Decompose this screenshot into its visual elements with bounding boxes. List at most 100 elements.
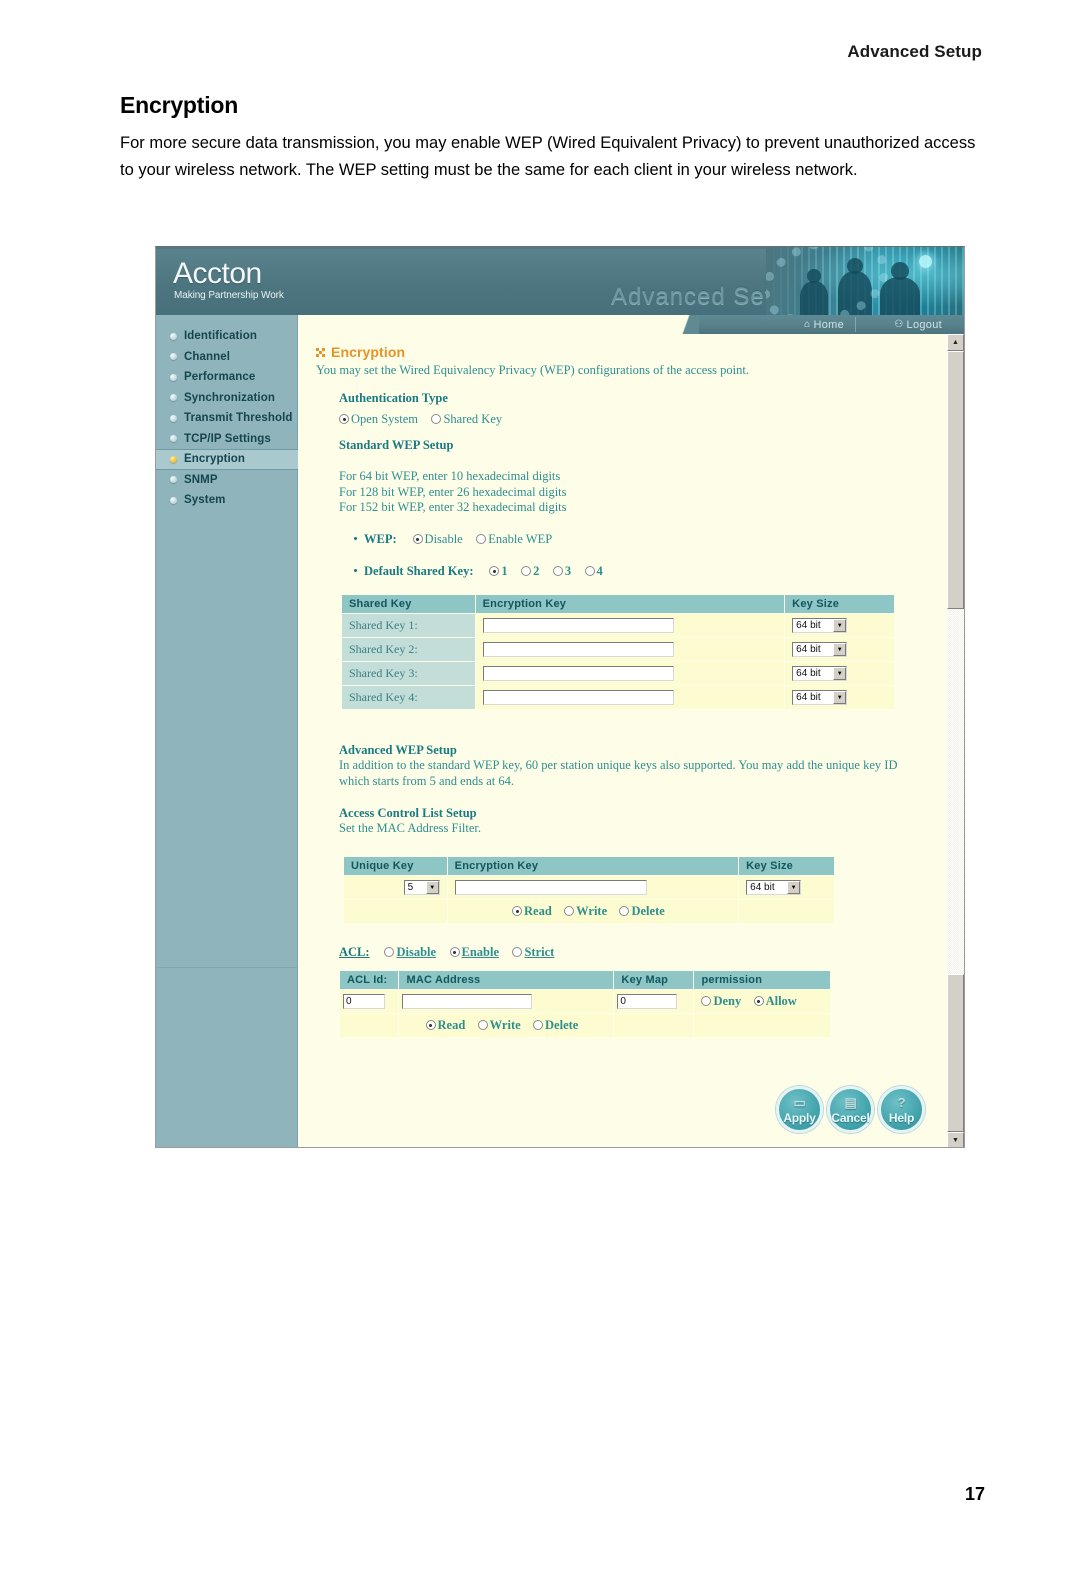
- sidebar-item-tcpip-settings[interactable]: TCP/IP Settings: [156, 429, 298, 450]
- standard-wep-heading: Standard WEP Setup: [339, 438, 454, 452]
- sidebar-item-identification[interactable]: Identification: [156, 326, 298, 347]
- shared-key-3-input[interactable]: [482, 666, 674, 682]
- bullet-icon: [170, 496, 177, 504]
- shared-key-1-input[interactable]: [482, 618, 674, 634]
- unique-write-label: Write: [576, 904, 608, 918]
- sidebar-item-encryption[interactable]: Encryption: [156, 449, 298, 470]
- radio-unique-write[interactable]: [564, 906, 575, 916]
- vertical-scrollbar[interactable]: ▲ ▼: [947, 334, 964, 1147]
- sidebar-item-synchronization[interactable]: Synchronization: [156, 388, 298, 409]
- house-icon: ⌂: [804, 319, 811, 330]
- select-value: 64 bit: [796, 692, 821, 704]
- radio-default-key-4[interactable]: [584, 566, 595, 576]
- radio-shared-key[interactable]: [431, 414, 442, 424]
- chevron-down-icon: ▼: [833, 691, 847, 705]
- banner-artwork-icon: [766, 247, 964, 315]
- radio-permission-allow[interactable]: [753, 996, 764, 1006]
- radio-open-system[interactable]: [339, 414, 349, 424]
- key-map-input[interactable]: 0: [617, 994, 678, 1010]
- sidebar-item-performance[interactable]: Performance: [156, 367, 298, 388]
- radio-acl-disable[interactable]: [384, 947, 395, 957]
- sidebar-item-label: Encryption: [184, 453, 246, 466]
- shared-key-3-size-select[interactable]: 64 bit ▼: [792, 666, 848, 682]
- acl-label: ACL:: [339, 945, 370, 959]
- mac-address-input[interactable]: [402, 994, 533, 1010]
- scroll-down-button[interactable]: ▼: [947, 1132, 964, 1147]
- shared-key-1-label: Shared Key 1:: [341, 613, 476, 638]
- scrollbar-thumb-lower[interactable]: [947, 974, 964, 1132]
- unique-key-size-select[interactable]: 64 bit ▼: [746, 880, 802, 896]
- sidebar-item-snmp[interactable]: SNMP: [156, 470, 298, 491]
- sidebar-item-label: Channel: [184, 350, 231, 363]
- table-header-row: ACL Id: MAC Address Key Map permission: [338, 970, 831, 990]
- col-acl-id: ACL Id:: [338, 970, 400, 990]
- sidebar: Identification Channel Performance Synch…: [156, 315, 298, 1147]
- acl-setup-text: Set the MAC Address Filter.: [339, 821, 482, 835]
- cancel-button[interactable]: ▤ Cancel: [827, 1086, 874, 1133]
- radio-default-key-1[interactable]: [489, 566, 500, 576]
- radio-default-key-2[interactable]: [521, 566, 532, 576]
- radio-permission-deny[interactable]: [701, 996, 712, 1006]
- scroll-up-button[interactable]: ▲: [947, 334, 964, 351]
- radio-acl-read[interactable]: [425, 1020, 436, 1030]
- col-key-size: Key Size: [784, 594, 895, 614]
- trash-icon: ▤: [844, 1095, 857, 1110]
- default-key-list-marker: [354, 564, 364, 578]
- shared-key-2-label: Shared Key 2:: [341, 637, 476, 662]
- radio-default-key-3[interactable]: [552, 566, 563, 576]
- logout-link[interactable]: ⚇ Logout: [894, 317, 942, 332]
- radio-wep-enable[interactable]: [476, 534, 487, 544]
- acl-actions-cell: Read Write Delete: [398, 1013, 615, 1038]
- col-mac-address: MAC Address: [398, 970, 615, 990]
- shared-key-1-size-select[interactable]: 64 bit ▼: [792, 618, 848, 634]
- col-permission: permission: [693, 970, 831, 990]
- help-label: Help: [888, 1111, 915, 1125]
- auth-type-heading: Authentication Type: [339, 391, 448, 405]
- scrollbar-thumb[interactable]: [947, 351, 964, 609]
- radio-acl-delete[interactable]: [533, 1020, 544, 1030]
- radio-unique-delete[interactable]: [619, 906, 630, 916]
- auth-shared-key-label: Shared Key: [443, 412, 503, 426]
- apply-label: Apply: [783, 1111, 816, 1125]
- bullet-icon: [170, 353, 177, 361]
- sidebar-item-transmit-threshold[interactable]: Transmit Threshold: [156, 408, 298, 429]
- radio-unique-read[interactable]: [512, 906, 522, 916]
- bullet-icon: [170, 455, 177, 463]
- shared-key-4-size-select[interactable]: 64 bit ▼: [792, 690, 848, 706]
- sidebar-item-label: Transmit Threshold: [184, 412, 293, 425]
- acl-id-input[interactable]: 0: [343, 994, 385, 1010]
- table-row: 0 0 Deny Allow: [338, 989, 831, 1014]
- table-row: Read Write Delete: [338, 1013, 831, 1038]
- radio-acl-write[interactable]: [477, 1020, 488, 1030]
- shared-key-4-input[interactable]: [482, 690, 674, 706]
- sidebar-item-channel[interactable]: Channel: [156, 347, 298, 368]
- radio-acl-enable[interactable]: [449, 947, 460, 957]
- section-heading-label: Encryption: [331, 344, 406, 360]
- apply-button[interactable]: ▭ Apply: [776, 1086, 823, 1133]
- shared-key-2-input[interactable]: [482, 642, 674, 658]
- bullet-icon: [170, 373, 177, 381]
- radio-wep-disable[interactable]: [412, 534, 423, 544]
- col-key-map: Key Map: [613, 970, 695, 990]
- acl-delete-label: Delete: [545, 1018, 579, 1032]
- shared-key-1-size-cell: 64 bit ▼: [784, 613, 895, 638]
- unique-encryption-key-input[interactable]: [454, 880, 647, 896]
- unique-key-id-select[interactable]: 5 ▼: [403, 880, 440, 896]
- chevron-down-icon: ▼: [787, 881, 801, 895]
- sidebar-item-system[interactable]: System: [156, 490, 298, 511]
- col-encryption-key: Encryption Key: [474, 594, 786, 614]
- bullet-icon: [170, 435, 177, 443]
- shared-key-table: Shared Key Encryption Key Key Size Share…: [341, 594, 895, 710]
- radio-acl-strict[interactable]: [512, 947, 523, 957]
- mac-address-cell: [398, 989, 615, 1014]
- chevron-down-icon: ▼: [833, 643, 847, 657]
- page-number: 17: [964, 1484, 985, 1504]
- shared-key-2-size-select[interactable]: 64 bit ▼: [792, 642, 848, 658]
- shared-key-3-label: Shared Key 3:: [341, 661, 476, 686]
- home-link[interactable]: ⌂ Home: [804, 317, 844, 332]
- select-value: 64 bit: [750, 882, 775, 894]
- advanced-wep-text: In addition to the standard WEP key, 60 …: [339, 758, 898, 788]
- sidebar-item-label: Synchronization: [184, 391, 275, 404]
- embedded-screenshot: Accton Making Partnership Work Advanced …: [155, 246, 965, 1148]
- help-button[interactable]: ? Help: [878, 1086, 925, 1133]
